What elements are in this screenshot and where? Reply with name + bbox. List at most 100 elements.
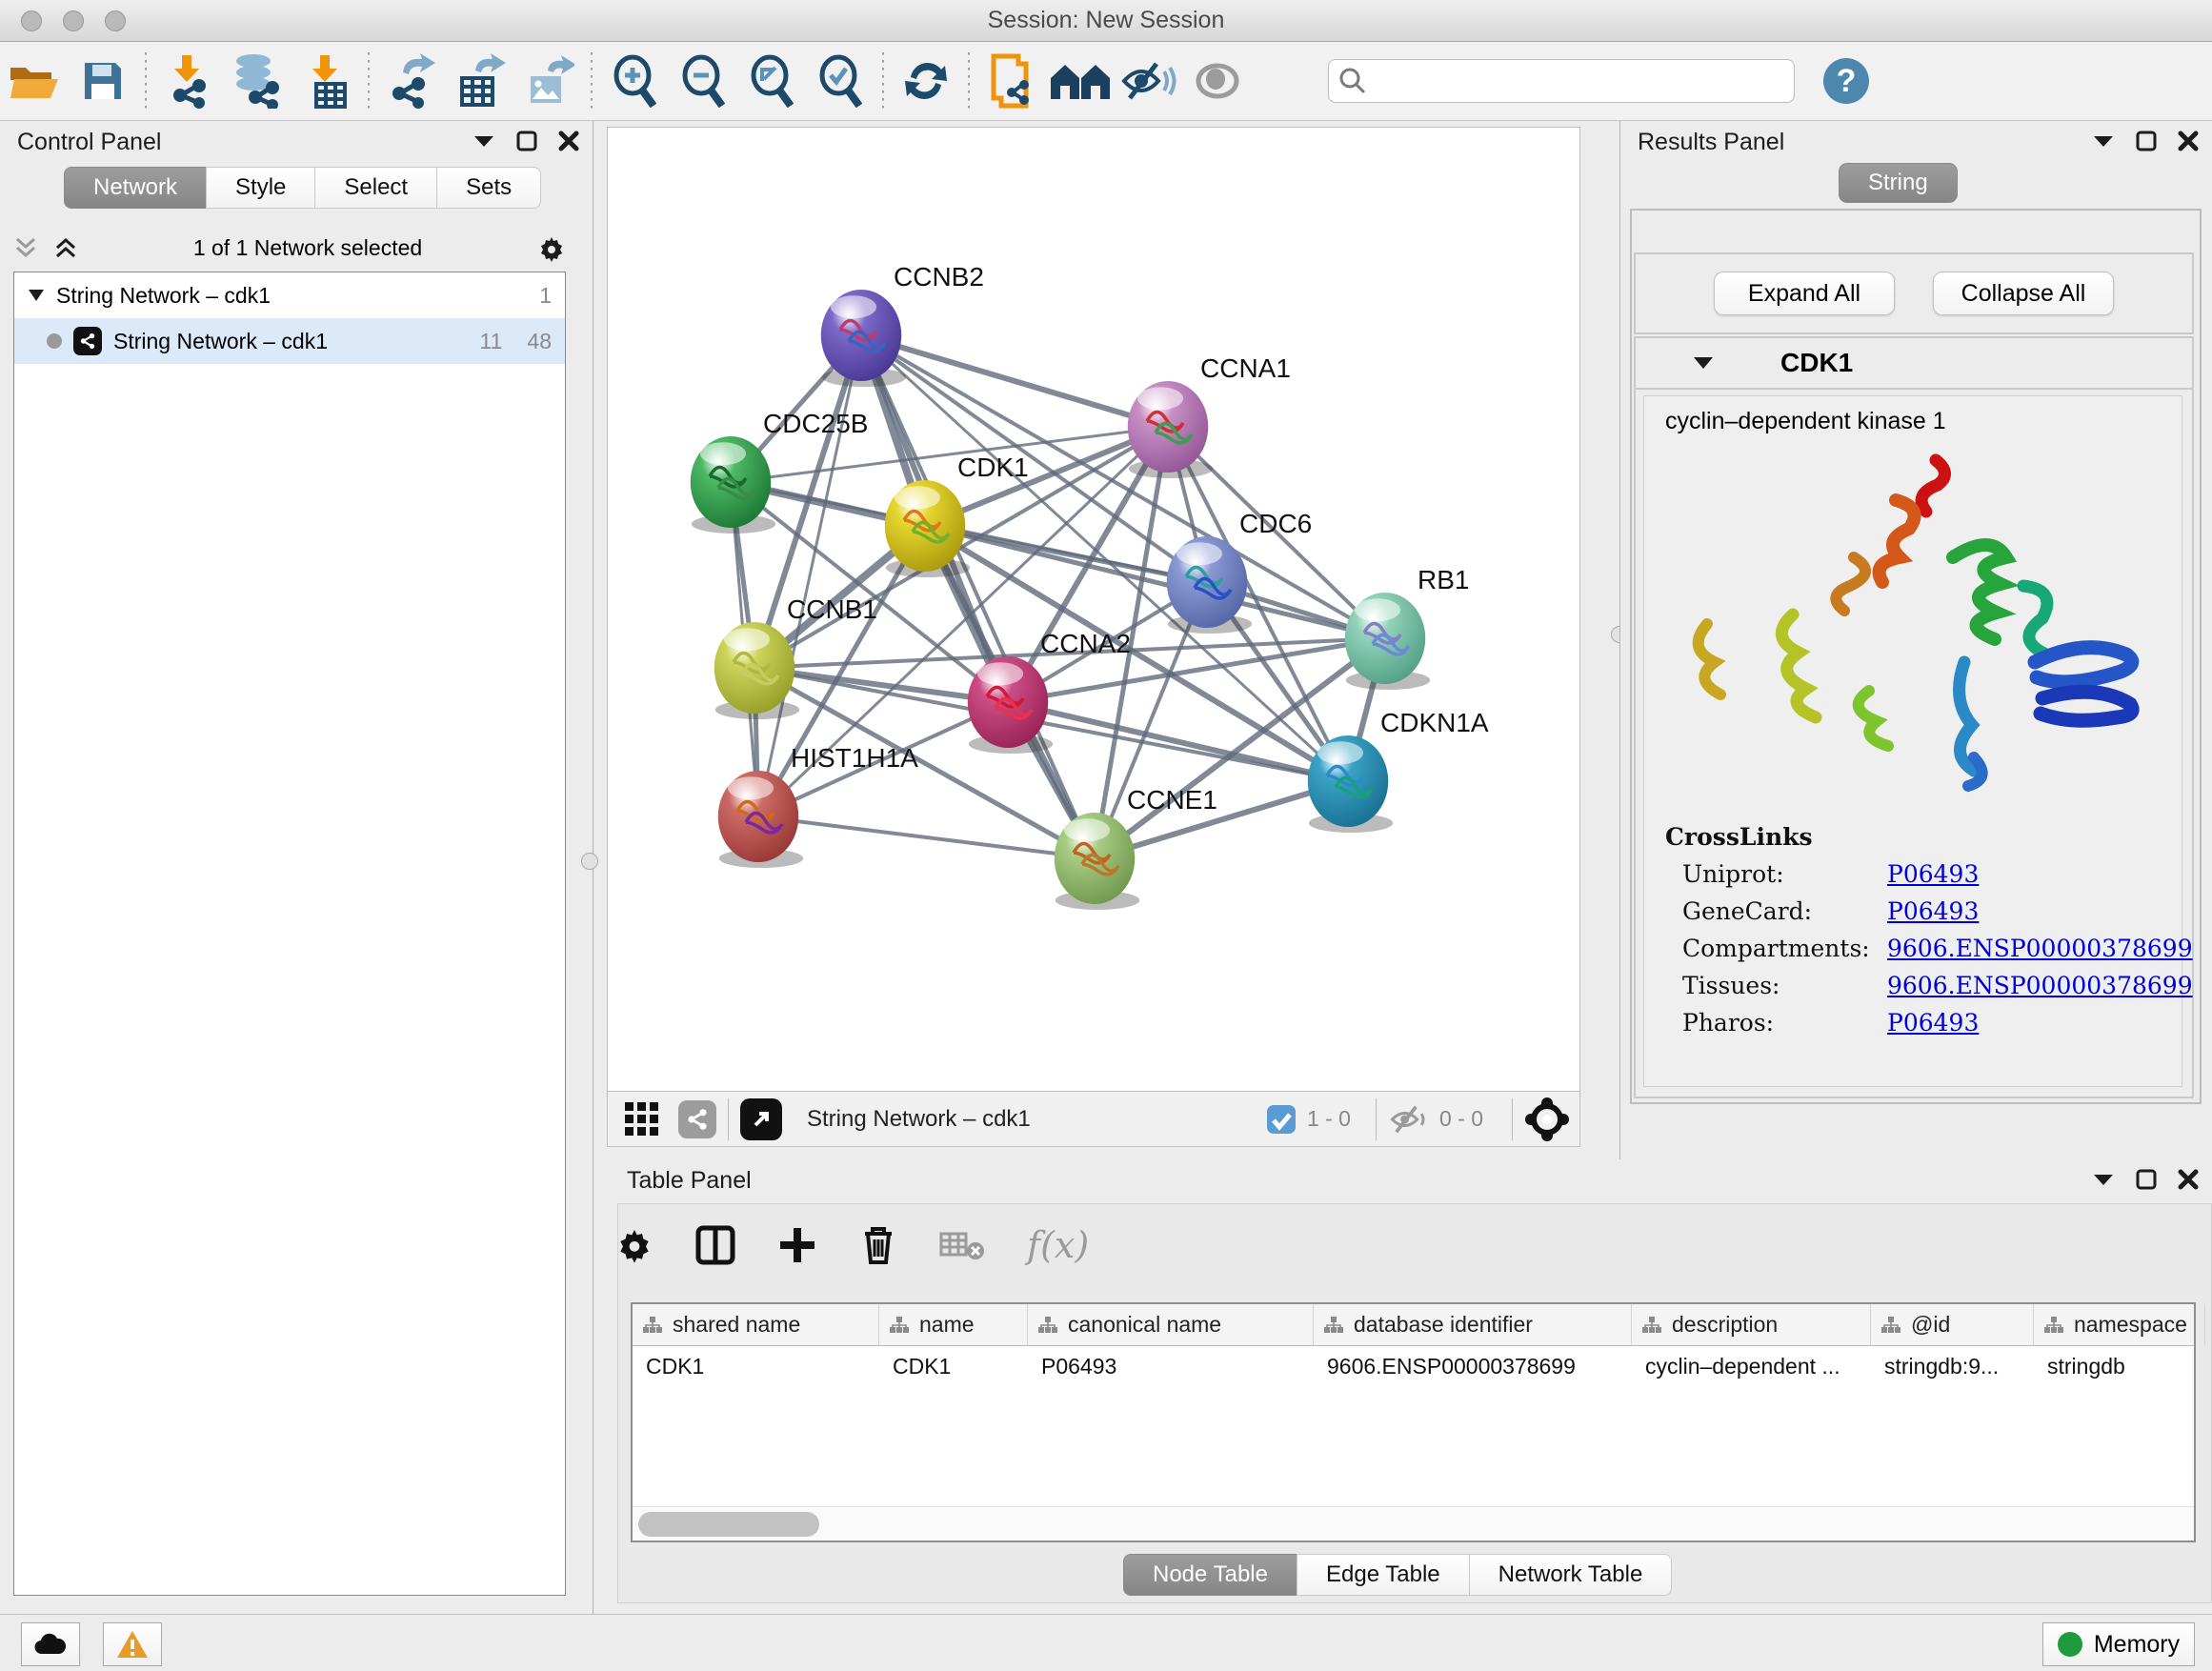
expander-triangle-icon[interactable]: [28, 289, 45, 302]
network-edge[interactable]: [1008, 702, 1348, 781]
tab-network-table[interactable]: Network Table: [1469, 1554, 1673, 1596]
tab-sets[interactable]: Sets: [436, 167, 541, 209]
protein-result-card: CDK1 cyclin–dependent kinase 1: [1634, 336, 2194, 1098]
import-table-button[interactable]: [292, 50, 360, 112]
tab-select[interactable]: Select: [314, 167, 437, 209]
string-protein-query-button[interactable]: [977, 50, 1046, 112]
column-header-canonical-name[interactable]: canonical name: [1028, 1304, 1314, 1345]
zoom-fit-button[interactable]: [737, 50, 806, 112]
zoom-in-button[interactable]: [600, 50, 669, 112]
open-session-button[interactable]: [0, 50, 69, 112]
export-table-button[interactable]: [446, 50, 514, 112]
network-canvas[interactable]: CCNB2CCNA1CDC25BCDK1CDC6RB1CCNB1CCNA2CDK…: [607, 127, 1580, 1092]
results-panel-controls: [2092, 131, 2199, 151]
left-splitter-handle[interactable]: [581, 853, 598, 870]
delete-table-icon[interactable]: [939, 1228, 985, 1262]
zoom-fit-icon: [747, 54, 796, 108]
horizontal-scrollbar[interactable]: [633, 1506, 2194, 1540]
crosslink-link[interactable]: 9606.ENSP00000378699: [1887, 972, 2193, 999]
collapse-all-button[interactable]: Collapse All: [1933, 272, 2114, 315]
protein-name: CDK1: [1780, 348, 1853, 378]
hidden-eye-icon[interactable]: [1388, 1102, 1430, 1137]
import-network-button[interactable]: [154, 50, 223, 112]
results-tab-string[interactable]: String: [1839, 163, 1958, 203]
network-view-icon[interactable]: [678, 1100, 716, 1138]
tab-network[interactable]: Network: [64, 167, 207, 209]
tab-edge-table[interactable]: Edge Table: [1297, 1554, 1470, 1596]
float-panel-icon[interactable]: [2136, 131, 2157, 151]
grid-view-icon[interactable]: [623, 1100, 661, 1138]
warnings-button[interactable]: [103, 1622, 162, 1666]
tab-style[interactable]: Style: [206, 167, 315, 209]
show-columns-icon[interactable]: [695, 1225, 735, 1265]
table-cell[interactable]: CDK1: [633, 1346, 879, 1390]
crosslink-link[interactable]: P06493: [1887, 1009, 1979, 1037]
table-cell[interactable]: stringdb:9...: [1871, 1346, 2034, 1390]
float-panel-icon[interactable]: [2136, 1169, 2157, 1190]
table-options-gear-icon[interactable]: [615, 1226, 654, 1264]
save-session-button[interactable]: [69, 50, 137, 112]
export-network-button[interactable]: [377, 50, 446, 112]
crosslink-link[interactable]: P06493: [1887, 897, 1979, 925]
export-image-button[interactable]: [514, 50, 583, 112]
node-label-hist1h1a: HIST1H1A: [791, 743, 918, 773]
help-button[interactable]: ?: [1812, 50, 1880, 112]
table-cell[interactable]: CDK1: [879, 1346, 1028, 1390]
network-edge[interactable]: [758, 816, 1095, 858]
panel-menu-icon[interactable]: [2092, 1172, 2115, 1187]
zoom-out-button[interactable]: [669, 50, 737, 112]
table-cell[interactable]: cyclin–dependent ...: [1632, 1346, 1871, 1390]
close-panel-icon[interactable]: [2178, 131, 2199, 151]
expand-all-chevron-icon[interactable]: [53, 236, 78, 259]
column-header-description[interactable]: description: [1632, 1304, 1871, 1345]
open-in-window-icon[interactable]: [740, 1098, 782, 1140]
string-homes-button[interactable]: [1046, 50, 1115, 112]
birds-eye-view-icon[interactable]: [1524, 1097, 1570, 1142]
column-header-shared-name[interactable]: shared name: [633, 1304, 879, 1345]
column-header-database-identifier[interactable]: database identifier: [1314, 1304, 1632, 1345]
column-header-name[interactable]: name: [879, 1304, 1028, 1345]
delete-column-icon[interactable]: [859, 1224, 897, 1266]
scrollbar-thumb[interactable]: [638, 1512, 819, 1537]
close-panel-icon[interactable]: [2178, 1169, 2199, 1190]
collapse-all-chevron-icon[interactable]: [13, 236, 38, 259]
hide-unhide-button[interactable]: [1115, 50, 1183, 112]
crosslink-link[interactable]: 9606.ENSP00000378699: [1887, 935, 2193, 962]
network-options-gear-icon[interactable]: [537, 233, 566, 262]
close-window-button[interactable]: [21, 10, 42, 31]
table-cell[interactable]: P06493: [1028, 1346, 1314, 1390]
network-graph[interactable]: CCNB2CCNA1CDC25BCDK1CDC6RB1CCNB1CCNA2CDK…: [608, 128, 1579, 1091]
gray-eye-button[interactable]: [1183, 50, 1252, 112]
node-label-ccne1: CCNE1: [1127, 785, 1217, 815]
table-cell[interactable]: 9606.ENSP00000378699: [1314, 1346, 1632, 1390]
minimize-window-button[interactable]: [63, 10, 84, 31]
selected-checkbox-icon[interactable]: [1265, 1103, 1297, 1136]
zoom-selected-button[interactable]: [806, 50, 875, 112]
network-row-selected[interactable]: String Network – cdk1 11 48: [14, 318, 565, 364]
zoom-window-button[interactable]: [105, 10, 126, 31]
crosslink-link[interactable]: P06493: [1887, 860, 1979, 888]
table-tabs: Node Table Edge Table Network Table: [1124, 1554, 1672, 1596]
network-edge[interactable]: [861, 335, 1168, 427]
global-search-box[interactable]: [1328, 59, 1795, 103]
close-panel-icon[interactable]: [558, 131, 579, 151]
memory-button[interactable]: Memory: [2042, 1622, 2195, 1666]
float-panel-icon[interactable]: [516, 131, 537, 151]
search-input[interactable]: [1367, 69, 1777, 93]
network-collection-row[interactable]: String Network – cdk1 1: [14, 272, 565, 318]
column-header-namespace[interactable]: namespace: [2034, 1304, 2205, 1345]
column-header--id[interactable]: @id: [1871, 1304, 2034, 1345]
network-edge[interactable]: [861, 335, 1095, 858]
import-network-from-database-button[interactable]: [223, 50, 292, 112]
table-cell[interactable]: stringdb: [2034, 1346, 2205, 1390]
add-column-icon[interactable]: [777, 1225, 817, 1265]
expand-all-button[interactable]: Expand All: [1714, 272, 1895, 315]
collapse-card-triangle-icon[interactable]: [1693, 355, 1714, 371]
panel-menu-icon[interactable]: [473, 133, 495, 149]
tab-node-table[interactable]: Node Table: [1123, 1554, 1297, 1596]
panel-menu-icon[interactable]: [2092, 133, 2115, 149]
table-row[interactable]: CDK1CDK1P064939606.ENSP00000378699cyclin…: [633, 1346, 2194, 1390]
refresh-button[interactable]: [892, 50, 960, 112]
protein-card-header[interactable]: CDK1: [1636, 338, 2192, 390]
cloud-status-button[interactable]: [21, 1622, 80, 1666]
